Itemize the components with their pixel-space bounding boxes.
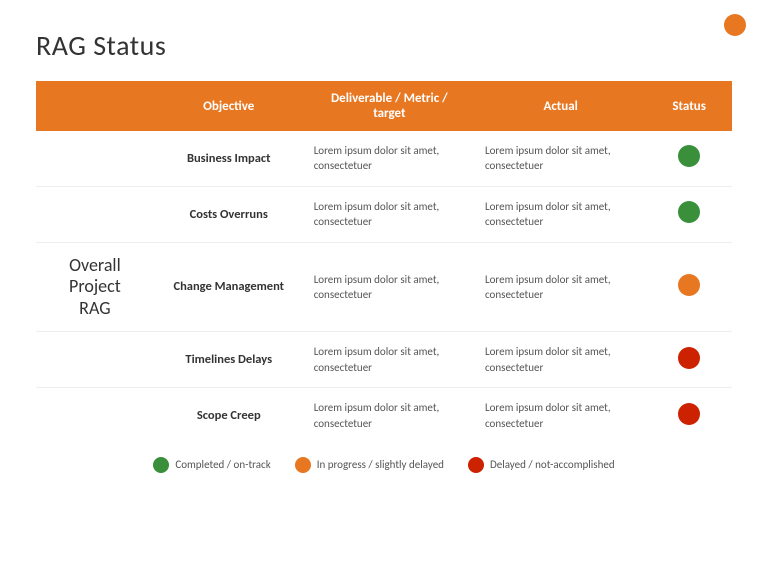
objective-label: Costs Overruns (164, 207, 294, 222)
legend-row: Completed / on-track In progress / sligh… (36, 457, 732, 473)
overall-project-rag-label: Overall ProjectRAG (46, 255, 144, 320)
legend-dot-orange (295, 457, 311, 473)
actual-text: Lorem ipsum dolor sit amet, consectetuer (485, 272, 636, 303)
deliverable-text: Lorem ipsum dolor sit amet, consectetuer (314, 199, 465, 230)
legend-dot-green (153, 457, 169, 473)
table-row: Overall ProjectRAG Change Management Lorem… (36, 242, 732, 332)
header-col-group (36, 81, 154, 131)
page-title: RAG Status (36, 28, 732, 63)
deliverable-text: Lorem ipsum dolor sit amet, consectetuer (314, 272, 465, 303)
status-dot-green (678, 145, 700, 167)
header-col-actual: Actual (475, 81, 646, 131)
legend-label-orange: In progress / slightly delayed (317, 458, 444, 471)
legend-dot-red (468, 457, 484, 473)
legend-label-red: Delayed / not-accomplished (490, 458, 615, 471)
legend-item-red: Delayed / not-accomplished (468, 457, 615, 473)
deliverable-text: Lorem ipsum dolor sit amet, consectetuer (314, 400, 465, 431)
table-header-row: Objective Deliverable / Metric / target … (36, 81, 732, 131)
top-orange-dot (724, 14, 746, 36)
actual-text: Lorem ipsum dolor sit amet, consectetuer (485, 199, 636, 230)
deliverable-text: Lorem ipsum dolor sit amet, consectetuer (314, 344, 465, 375)
header-col-objective: Objective (154, 81, 304, 131)
table-row: Timelines Delays Lorem ipsum dolor sit am… (36, 332, 732, 388)
legend-item-green: Completed / on-track (153, 457, 270, 473)
status-dot-red (678, 403, 700, 425)
header-col-status: Status (646, 81, 732, 131)
legend-item-orange: In progress / slightly delayed (295, 457, 444, 473)
deliverable-text: Lorem ipsum dolor sit amet, consectetuer (314, 143, 465, 174)
actual-text: Lorem ipsum dolor sit amet, consectetuer (485, 400, 636, 431)
table-row: Scope Creep Lorem ipsum dolor sit amet, c… (36, 388, 732, 443)
actual-text: Lorem ipsum dolor sit amet, consectetuer (485, 143, 636, 174)
status-dot-orange (678, 274, 700, 296)
table-row: Business Impact Lorem ipsum dolor sit ame… (36, 131, 732, 186)
page-container: RAG Status Objective Deliverable / Metri… (0, 0, 768, 576)
objective-label: Scope Creep (164, 408, 294, 423)
objective-label: Business Impact (164, 151, 294, 166)
header-col-deliverable: Deliverable / Metric / target (304, 81, 475, 131)
status-dot-red (678, 347, 700, 369)
rag-table: Objective Deliverable / Metric / target … (36, 81, 732, 443)
legend-label-green: Completed / on-track (175, 458, 270, 471)
objective-label: Timelines Delays (164, 352, 294, 367)
status-dot-green (678, 201, 700, 223)
objective-label: Change Management (164, 279, 294, 294)
table-row: Costs Overruns Lorem ipsum dolor sit amet… (36, 186, 732, 242)
actual-text: Lorem ipsum dolor sit amet, consectetuer (485, 344, 636, 375)
